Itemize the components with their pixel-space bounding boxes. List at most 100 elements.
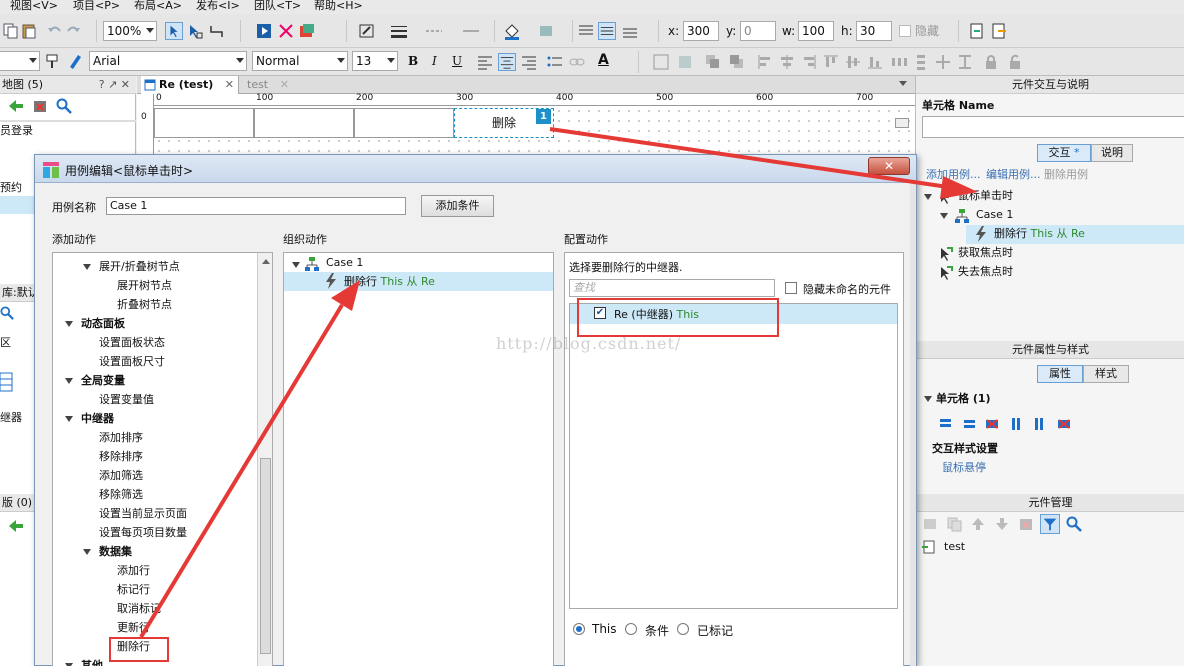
expand-icon[interactable] [924, 396, 932, 402]
action-tree-item[interactable]: 添加筛选 [99, 466, 143, 485]
action-tree-item[interactable]: 设置变量值 [99, 390, 154, 409]
library-search-icon[interactable] [0, 306, 14, 320]
line-style-icon[interactable] [425, 22, 443, 40]
copy-icon[interactable] [2, 22, 20, 40]
lock-icon[interactable] [982, 53, 1000, 71]
tab-properties[interactable]: 属性 [1037, 365, 1083, 383]
action-tree-item[interactable]: 添加排序 [99, 428, 143, 447]
tab-re-test[interactable]: Re (test) ✕ [141, 76, 239, 94]
action-tree-item[interactable]: 取消标记 [117, 599, 161, 618]
hidden-checkbox[interactable] [899, 25, 911, 37]
expand-icon[interactable] [83, 549, 91, 555]
library-item-area[interactable]: 区 [0, 334, 11, 350]
insert-row-above-icon[interactable] [936, 417, 952, 431]
distribute-center-icon[interactable] [956, 53, 974, 71]
action-tree-item[interactable]: 更新行 [117, 618, 150, 637]
connector-icon[interactable] [208, 22, 226, 40]
italic-icon[interactable]: I [432, 51, 437, 71]
org-action-label[interactable]: 删除行 This 从 Re [344, 272, 435, 291]
action-tree-item[interactable]: 标记行 [117, 580, 150, 599]
ungroup-icon[interactable] [676, 53, 694, 71]
search-icon[interactable] [56, 98, 72, 114]
font-size-select[interactable]: 13 [352, 51, 398, 71]
unlock-icon[interactable] [1006, 53, 1024, 71]
share-icon[interactable] [277, 22, 295, 40]
action-tree-item[interactable]: 数据集 [99, 542, 132, 561]
align-objects-left-icon[interactable] [756, 53, 774, 71]
expand-icon[interactable] [940, 213, 948, 219]
insert-col-left-icon[interactable] [1008, 417, 1024, 431]
move-down-icon[interactable] [994, 516, 1010, 532]
line-weight-icon[interactable] [390, 22, 408, 40]
select-contained-icon[interactable] [186, 22, 204, 40]
action-tree-item[interactable]: 设置每页项目数量 [99, 523, 187, 542]
align-bottom-icon[interactable] [621, 22, 639, 40]
align-objects-center-icon[interactable] [778, 53, 796, 71]
manager-delete-icon[interactable] [1018, 516, 1034, 532]
radio-marked[interactable] [677, 623, 689, 635]
shadow-icon[interactable] [538, 22, 556, 40]
h-input[interactable]: 30 [856, 21, 892, 41]
delete-row-icon[interactable] [984, 417, 1000, 431]
align-left-icon[interactable] [476, 53, 494, 71]
action-tree-item[interactable]: 设置面板尺寸 [99, 352, 165, 371]
tab-interact[interactable]: 交互 * [1037, 144, 1091, 162]
align-objects-middle-icon[interactable] [844, 53, 862, 71]
event-focus-label[interactable]: 获取焦点时 [958, 245, 1013, 261]
w-input[interactable]: 100 [798, 21, 834, 41]
y-input[interactable]: 0 [740, 21, 776, 41]
action-tree-item[interactable]: 中继器 [81, 409, 114, 428]
action-tree-item[interactable]: 设置面板状态 [99, 333, 165, 352]
action-tree-item[interactable]: 展开/折叠树节点 [99, 257, 180, 276]
expand-icon[interactable] [292, 262, 300, 268]
send-back-icon[interactable] [728, 53, 746, 71]
fill-color-icon[interactable] [358, 22, 376, 40]
add-case-link[interactable]: 添加用例... [926, 167, 981, 183]
case1-label[interactable]: Case 1 [976, 207, 1013, 223]
distribute-v-icon[interactable] [912, 53, 930, 71]
event-click-label[interactable]: 鼠标单击时 [958, 188, 1013, 204]
bring-front-icon[interactable] [704, 53, 722, 71]
add-condition-button[interactable]: 添加条件 [421, 195, 494, 217]
add-master-icon[interactable] [8, 518, 24, 534]
delete-case-link[interactable]: 删除用例 [1044, 167, 1088, 183]
align-center-icon[interactable] [498, 53, 516, 71]
close-tab-icon[interactable]: ✕ [225, 76, 234, 94]
menu-project[interactable]: 项目<P> [73, 0, 120, 12]
close-tab-icon[interactable]: ✕ [280, 76, 289, 94]
manager-copy-icon[interactable] [946, 516, 962, 532]
action-tree-item[interactable]: 设置当前显示页面 [99, 504, 187, 523]
action-tree-item[interactable]: 动态面板 [81, 314, 125, 333]
tab-style[interactable]: 样式 [1083, 365, 1129, 383]
edit-case-link[interactable]: 编辑用例... [986, 167, 1041, 183]
action-delete-label[interactable]: 删除行 This 从 Re [994, 226, 1085, 242]
action-tree-item[interactable]: 添加行 [117, 561, 150, 580]
align-top-icon[interactable] [577, 22, 595, 40]
manager-add-icon[interactable] [922, 516, 938, 532]
zoom-select[interactable]: 100% [103, 21, 157, 41]
actions-scrollbar[interactable] [257, 253, 272, 666]
sitemap-item-login[interactable]: 员登录 [0, 122, 33, 138]
menu-team[interactable]: 团队<T> [254, 0, 301, 12]
search-input[interactable]: 查找 [569, 279, 775, 297]
publish-icon[interactable] [298, 22, 316, 40]
event-blur-label[interactable]: 失去焦点时 [958, 264, 1013, 280]
canvas-scroll-handle[interactable] [895, 118, 909, 128]
hide-unnamed-checkbox[interactable] [785, 282, 797, 294]
expand-icon[interactable] [83, 264, 91, 270]
action-tree-item[interactable]: 其他 [81, 656, 103, 666]
menu-publish[interactable]: 发布<I> [196, 0, 240, 12]
align-right-icon[interactable] [520, 53, 538, 71]
distribute-h-icon[interactable] [890, 53, 908, 71]
align-objects-right-icon[interactable] [800, 53, 818, 71]
action-tree-item[interactable]: 折叠树节点 [117, 295, 172, 314]
bold-icon[interactable]: B [408, 51, 418, 71]
repeater-widget-icon[interactable] [0, 372, 14, 392]
paste-icon[interactable] [20, 22, 38, 40]
x-input[interactable]: 300 [683, 21, 719, 41]
case-name-input[interactable]: Case 1 [106, 197, 406, 215]
font-color-icon[interactable]: A [598, 50, 609, 70]
library-item-repeater[interactable]: 继器 [0, 409, 22, 425]
arrow-style-icon[interactable] [462, 22, 480, 40]
import-icon[interactable] [968, 22, 986, 40]
